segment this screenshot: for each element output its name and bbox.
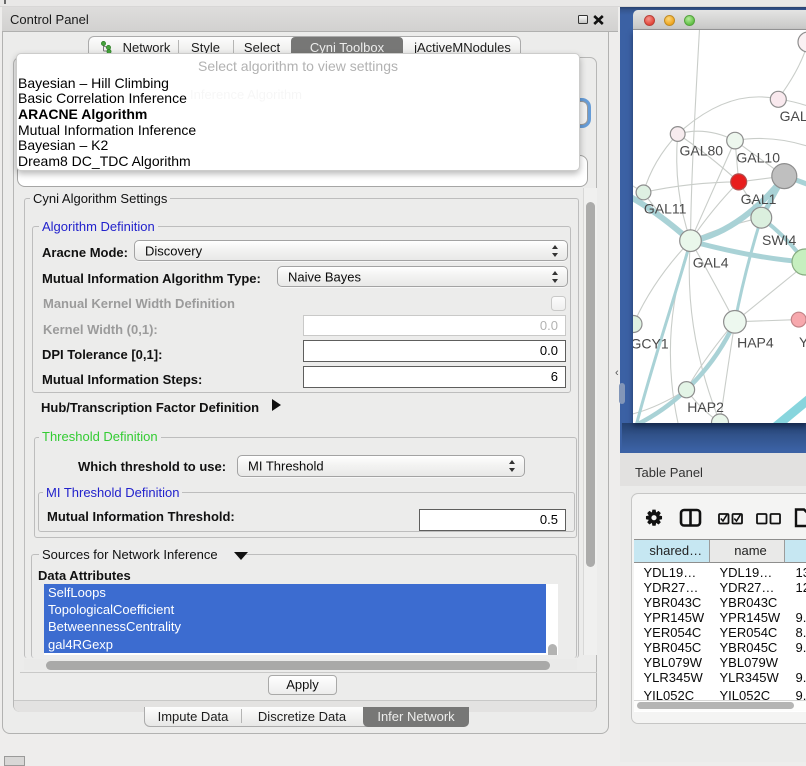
svg-text:GAL7: GAL7 bbox=[780, 108, 806, 124]
svg-text:SWI4: SWI4 bbox=[762, 232, 796, 248]
svg-text:HAP2: HAP2 bbox=[687, 399, 724, 415]
svg-text:GAL4: GAL4 bbox=[693, 255, 729, 271]
svg-text:HAP4: HAP4 bbox=[737, 334, 774, 350]
svg-text:Y: Y bbox=[799, 334, 806, 350]
svg-text:GCY1: GCY1 bbox=[633, 335, 669, 351]
svg-text:GAL1: GAL1 bbox=[741, 191, 777, 207]
svg-text:GAL11: GAL11 bbox=[644, 201, 687, 217]
svg-text:GAL80: GAL80 bbox=[680, 142, 724, 158]
svg-text:GAL10: GAL10 bbox=[736, 149, 780, 165]
